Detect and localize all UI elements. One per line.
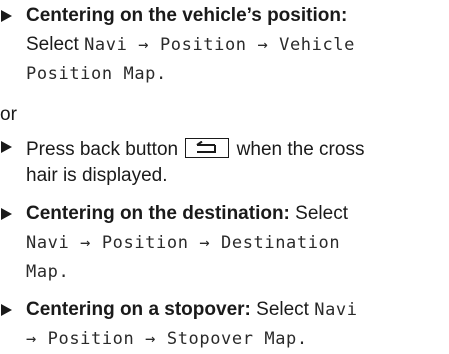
instruction-line: hair is displayed.: [26, 164, 168, 188]
instruction-vehicle-position: Centering on the vehicle’s position: Sel…: [0, 4, 449, 94]
menu-path: Navi → Position → Vehicle: [84, 35, 355, 55]
select-label: Select: [295, 203, 348, 224]
instruction-destination: Centering on the destination: Select Nav…: [0, 202, 449, 292]
menu-path-continued: → Position → Stopover Map.: [26, 329, 308, 349]
menu-path-continued: Map.: [26, 262, 70, 282]
instruction-line: Centering on a stopover: Select Navi: [26, 298, 358, 322]
instruction-text: Press back button: [26, 139, 179, 160]
back-button-icon: [185, 138, 230, 158]
menu-path-continued: Position Map.: [26, 64, 167, 84]
instruction-title: Centering on a stopover:: [26, 299, 251, 320]
instruction-text: hair is displayed.: [26, 165, 168, 186]
instruction-line: Position Map.: [26, 62, 167, 86]
instruction-line: Centering on the vehicle’s position:: [26, 4, 347, 28]
or-text: or: [0, 104, 17, 125]
bullet-arrow-icon: [0, 298, 19, 322]
instruction-line: → Position → Stopover Map.: [26, 327, 308, 351]
bullet-arrow-icon: [0, 202, 19, 226]
manual-page: Centering on the vehicle’s position: Sel…: [0, 0, 449, 354]
instruction-title: Centering on the vehicle’s position:: [26, 5, 348, 26]
instruction-line: Select Navi → Position → Vehicle: [26, 33, 355, 57]
instruction-line: Navi → Position → Destination: [26, 231, 340, 255]
instruction-line: Press back button when the cross: [26, 135, 365, 160]
menu-path: Navi: [314, 300, 358, 320]
bullet-arrow-icon: [0, 4, 19, 28]
menu-path: Navi → Position → Destination: [26, 233, 341, 253]
instruction-line: Centering on the destination: Select: [26, 202, 348, 226]
instruction-text: when the cross: [236, 139, 365, 160]
instruction-title: Centering on the destination:: [26, 203, 290, 224]
select-label: Select: [26, 34, 79, 55]
bullet-arrow-icon: [0, 135, 19, 159]
instruction-stopover: Centering on a stopover: Select Navi → P…: [0, 298, 449, 354]
instruction-back-button: Press back button when the cross hair is…: [0, 135, 449, 195]
instruction-line: Map.: [26, 260, 69, 284]
or-separator: or: [0, 103, 17, 127]
select-label: Select: [256, 299, 309, 320]
